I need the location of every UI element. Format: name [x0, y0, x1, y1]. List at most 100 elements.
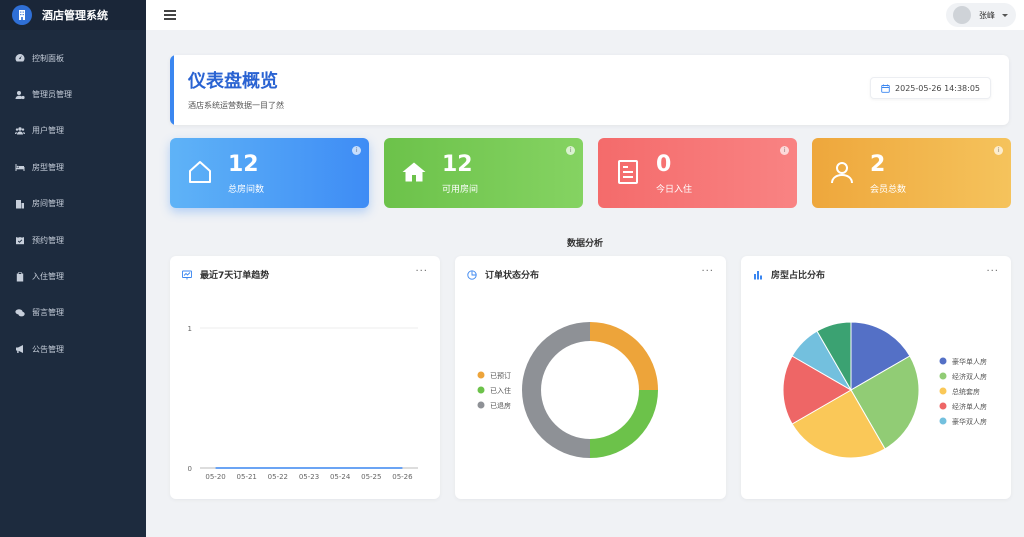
panel-order-status: 已预订已入住已退房 订单状态分布 ···: [455, 256, 726, 499]
panel-header: 订单状态分布: [467, 268, 539, 281]
stat-label: 总房间数: [228, 185, 265, 195]
caret-down-icon: [1002, 13, 1008, 17]
legend-marker: [477, 371, 485, 379]
pie-slice: [590, 322, 658, 390]
current-datetime: 2025-05-26 14:38:05: [895, 83, 980, 93]
chart-line-icon: [182, 270, 192, 279]
pie-slice: [522, 322, 590, 458]
info-icon[interactable]: i: [780, 146, 789, 155]
legend-label: 已预订: [490, 371, 511, 380]
page-title: 仪表盘概览: [188, 71, 278, 92]
sidebar-item-label: 公告管理: [32, 344, 64, 354]
header-accent-bar: [170, 55, 174, 125]
sidebar-menu: 控制面板 管理员管理 用户管理 房型管理 房间管理 预约管理 入住管理 留言管理…: [0, 40, 146, 368]
y-tick-label: 1: [188, 325, 192, 333]
main-content: 仪表盘概览 酒店系统运营数据一目了然 2025-05-26 14:38:05 1…: [146, 30, 1024, 537]
calendar-icon: [881, 84, 890, 93]
sidebar-item-messages[interactable]: 留言管理: [0, 295, 146, 331]
panel-title: 最近7天订单趋势: [200, 271, 270, 281]
legend-label: 经济单人房: [952, 402, 987, 411]
stat-label: 今日入住: [656, 185, 693, 195]
sidebar-item-announcements[interactable]: 公告管理: [0, 331, 146, 367]
legend-label: 总统套房: [952, 387, 980, 396]
brand[interactable]: 酒店管理系统: [0, 0, 146, 30]
x-tick-label: 05-24: [330, 473, 351, 481]
sidebar-item-reservations[interactable]: 预约管理: [0, 222, 146, 258]
sidebar-item-room-types[interactable]: 房型管理: [0, 149, 146, 185]
stat-card-available-rooms[interactable]: 12 可用房间 i: [384, 138, 583, 208]
topbar: 张峰: [146, 0, 1024, 30]
avatar: [953, 6, 971, 24]
stat-card-total-rooms[interactable]: 12 总房间数 i: [170, 138, 369, 208]
legend-marker: [939, 402, 947, 410]
sidebar: 酒店管理系统 控制面板 管理员管理 用户管理 房型管理 房间管理 预约管理 入住…: [0, 0, 146, 537]
stat-value: 0: [656, 152, 672, 177]
sidebar-item-users[interactable]: 用户管理: [0, 113, 146, 149]
info-icon[interactable]: i: [994, 146, 1003, 155]
legend-marker: [939, 372, 947, 380]
more-options-icon[interactable]: ···: [415, 267, 428, 277]
stat-card-members[interactable]: 2 会员总数 i: [812, 138, 1011, 208]
page-subtitle: 酒店系统运营数据一目了然: [188, 101, 284, 110]
user-icon: [831, 162, 853, 184]
x-tick-label: 05-23: [299, 473, 319, 481]
legend-marker: [477, 386, 485, 394]
menu-toggle-icon[interactable]: [164, 10, 176, 20]
legend-label: 已入住: [490, 386, 511, 395]
sidebar-item-label: 预约管理: [32, 235, 64, 245]
stat-card-today-checkins[interactable]: 0 今日入住 i: [598, 138, 797, 208]
more-options-icon[interactable]: ···: [701, 267, 714, 277]
brand-title: 酒店管理系统: [42, 9, 108, 22]
megaphone-icon: [14, 344, 25, 355]
legend-label: 豪华双人房: [952, 417, 987, 426]
user-gear-icon: [14, 89, 25, 100]
username: 张峰: [979, 10, 995, 20]
x-tick-label: 05-22: [268, 473, 288, 481]
dashboard-header: 仪表盘概览 酒店系统运营数据一目了然 2025-05-26 14:38:05: [170, 55, 1009, 125]
sidebar-item-label: 用户管理: [32, 126, 64, 136]
legend-marker: [939, 357, 947, 365]
panel-room-type-share: 豪华单人房 经济双人房 总统套房 经济单人房 豪华双人房 房型占比分布 ···: [741, 256, 1011, 499]
panel-title: 房型占比分布: [771, 271, 826, 281]
info-icon[interactable]: i: [352, 146, 361, 155]
stat-label: 会员总数: [870, 185, 907, 195]
sidebar-item-label: 入住管理: [32, 272, 64, 282]
calendar-check-icon: [14, 235, 25, 246]
panel-order-trend: 0 1 05-20 05-21 05-22 05-23 05-24 05-25 05-26 最近…: [170, 256, 440, 499]
sidebar-item-dashboard[interactable]: 控制面板: [0, 40, 146, 76]
info-icon[interactable]: i: [566, 146, 575, 155]
users-icon: [14, 125, 25, 136]
x-tick-label: 05-21: [237, 473, 257, 481]
sidebar-item-checkins[interactable]: 入住管理: [0, 258, 146, 294]
x-tick-label: 05-25: [361, 473, 381, 481]
house-outline-icon: [189, 161, 211, 183]
panel-header: 最近7天订单趋势: [182, 268, 269, 281]
sidebar-item-label: 留言管理: [32, 308, 64, 318]
legend-label: 豪华单人房: [952, 357, 987, 366]
stat-value: 12: [228, 152, 259, 177]
datetime-chip: 2025-05-26 14:38:05: [870, 77, 991, 99]
home-icon: [402, 162, 426, 182]
stat-label: 可用房间: [442, 185, 479, 195]
user-menu[interactable]: 张峰: [946, 3, 1016, 27]
sidebar-item-admins[interactable]: 管理员管理: [0, 76, 146, 112]
building-icon: [14, 198, 25, 209]
sidebar-item-label: 房型管理: [32, 162, 64, 172]
sidebar-item-label: 管理员管理: [32, 90, 72, 100]
stat-value: 12: [442, 152, 473, 177]
panel-header: 房型占比分布: [753, 268, 825, 281]
legend-marker: [939, 417, 947, 425]
legend-marker: [939, 387, 947, 395]
pie-slice: [590, 390, 658, 458]
x-tick-label: 05-26: [392, 473, 413, 481]
more-options-icon[interactable]: ···: [986, 267, 999, 277]
chart-bar-icon: [754, 270, 762, 279]
panel-title: 订单状态分布: [485, 271, 540, 281]
sidebar-item-rooms[interactable]: 房间管理: [0, 186, 146, 222]
order-trend-chart: 0 1 05-20 05-21 05-22 05-23 05-24 05-25 05-26: [188, 325, 418, 481]
section-title: 数据分析: [566, 239, 603, 249]
legend-label: 已退房: [490, 401, 511, 410]
order-status-chart: 已预订已入住已退房: [477, 322, 658, 458]
bed-icon: [14, 162, 25, 173]
y-tick-label: 0: [188, 465, 192, 473]
